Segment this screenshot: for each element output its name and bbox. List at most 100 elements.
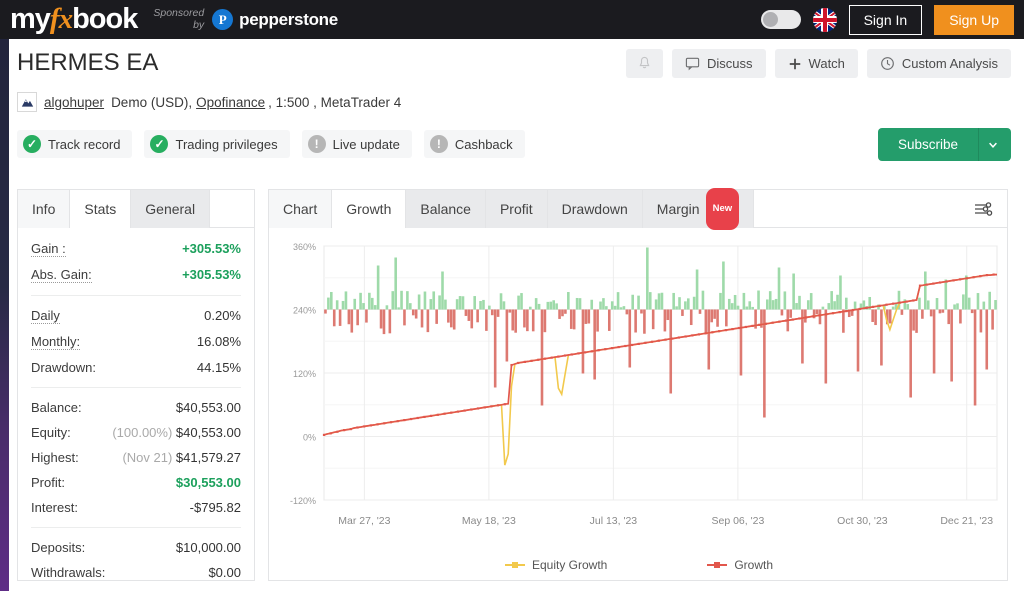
divider: [31, 527, 241, 528]
stat-value-main: $41,579.27: [175, 450, 241, 465]
stat-label[interactable]: Daily: [31, 308, 60, 324]
stat-label[interactable]: Abs. Gain:: [31, 267, 92, 283]
stat-label: Highest:: [31, 450, 79, 465]
subscribe-button-group[interactable]: Subscribe: [877, 128, 1011, 161]
growth-chart-plot[interactable]: 360% 240% 120% 0% -120% Mar 27, '23 May 18, '2…: [269, 228, 1009, 580]
stat-label: Drawdown:: [31, 360, 97, 375]
legend-item-growth[interactable]: Growth: [707, 558, 773, 572]
new-badge: New: [705, 188, 740, 230]
subscribe-button[interactable]: Subscribe: [877, 128, 978, 161]
stat-value: 0.20%: [204, 308, 241, 323]
pepperstone-sponsor-logo[interactable]: P pepperstone: [212, 9, 338, 30]
subscribe-dropdown-toggle[interactable]: [978, 128, 1011, 161]
left-accent-strip: [0, 38, 9, 591]
stats-group-funding: Deposits: $10,000.00 Withdrawals: $0.00: [31, 535, 241, 585]
account-info-line: algohuper Demo (USD), Opofinance , 1:500…: [17, 92, 401, 112]
notifications-button[interactable]: [626, 49, 664, 78]
svg-text:Dec 21, '23: Dec 21, '23: [940, 515, 993, 527]
logo-text-my: my: [10, 3, 51, 35]
myfxbook-logo[interactable]: my fx book: [10, 3, 138, 35]
tab-margin[interactable]: Margin New: [642, 188, 755, 230]
stats-body: Gain : +305.53% Abs. Gain: +305.53% Dail…: [18, 228, 254, 591]
stat-label: Balance:: [31, 400, 82, 415]
exclamation-circle-icon: !: [307, 135, 326, 153]
svg-text:360%: 360%: [293, 242, 316, 252]
stat-row-balance: Balance: $40,553.00: [31, 395, 241, 420]
language-flag-icon[interactable]: [812, 7, 837, 32]
stat-row-monthly: Monthly: 16.08%: [31, 329, 241, 355]
tab-stats[interactable]: Stats: [70, 190, 132, 228]
sponsored-label: Sponsored by: [153, 7, 204, 33]
stat-row-withdrawals: Withdrawals: $0.00: [31, 560, 241, 585]
chart-legend: Equity Growth Growth: [269, 558, 1009, 572]
tab-margin-label: Margin: [656, 201, 700, 217]
discuss-button[interactable]: Discuss: [672, 49, 766, 78]
sign-in-button[interactable]: Sign In: [848, 4, 923, 35]
svg-text:240%: 240%: [293, 306, 316, 316]
stat-row-profit: Profit: $30,553.00: [31, 470, 241, 495]
header-action-buttons: Discuss Watch Custom Analysis: [626, 49, 1011, 78]
tab-balance[interactable]: Balance: [406, 190, 486, 228]
account-owner-link[interactable]: algohuper: [44, 95, 104, 110]
tab-growth[interactable]: Growth: [332, 190, 407, 228]
check-circle-icon: ✓: [150, 135, 169, 153]
logo-text-fx: fx: [49, 3, 73, 35]
bell-icon: [639, 56, 650, 69]
custom-analysis-button[interactable]: Custom Analysis: [866, 49, 1011, 78]
stat-row-highest: Highest: (Nov 21) $41,579.27: [31, 445, 241, 470]
sponsored-line-2: by: [193, 18, 205, 31]
stat-row-interest: Interest: -$795.82: [31, 495, 241, 520]
chart-settings-button[interactable]: [959, 190, 1007, 227]
stat-label: Interest:: [31, 500, 78, 515]
clock-icon: [881, 57, 894, 70]
sign-up-button[interactable]: Sign Up: [934, 4, 1014, 35]
page-root: my fx book Sponsored by P pepperstone Sign…: [0, 0, 1024, 591]
status-badge-list: ✓ Track record ✓ Trading privileges ! Li…: [17, 130, 525, 158]
tab-profit[interactable]: Profit: [485, 190, 548, 228]
svg-text:120%: 120%: [293, 369, 316, 379]
divider: [31, 387, 241, 388]
stat-row-abs-gain: Abs. Gain: +305.53%: [31, 262, 241, 288]
broker-link[interactable]: Opofinance: [196, 95, 265, 110]
status-badge-label: Cashback: [454, 136, 513, 152]
svg-text:Oct 30, '23: Oct 30, '23: [837, 515, 888, 527]
status-badge-live-update[interactable]: ! Live update: [301, 130, 412, 158]
stat-row-gain: Gain : +305.53%: [31, 236, 241, 262]
tab-general[interactable]: General: [131, 190, 211, 228]
stat-row-deposits: Deposits: $10,000.00: [31, 535, 241, 560]
stat-value: +305.53%: [182, 267, 241, 282]
status-badge-cashback[interactable]: ! Cashback: [423, 130, 525, 158]
status-badge-trading-privileges[interactable]: ✓ Trading privileges: [144, 130, 290, 158]
stat-value: (100.00%) $40,553.00: [112, 425, 241, 440]
watch-button[interactable]: Watch: [774, 49, 858, 78]
stat-label[interactable]: Monthly:: [31, 334, 81, 350]
account-stats-panel: Info Stats General Gain : +305.53% Abs. …: [17, 189, 255, 581]
svg-text:Mar 27, '23: Mar 27, '23: [338, 515, 390, 527]
legend-item-equity-growth[interactable]: Equity Growth: [504, 558, 607, 572]
topbar-right-controls: Sign In Sign Up: [760, 4, 1024, 35]
chart-panel: Chart Growth Balance Profit Drawdown Mar…: [268, 188, 1009, 581]
stat-label[interactable]: Gain :: [31, 241, 66, 257]
sliders-icon: [975, 201, 993, 216]
divider: [31, 295, 241, 296]
stat-label: Withdrawals:: [31, 565, 106, 580]
top-navigation-bar: my fx book Sponsored by P pepperstone Sign…: [0, 0, 1024, 39]
stat-value: $0.00: [208, 565, 241, 580]
page-title: HERMES EA: [17, 49, 159, 76]
stats-group-account: Balance: $40,553.00 Equity: (100.00%) $4…: [31, 395, 241, 520]
exclamation-circle-icon: !: [429, 135, 448, 153]
account-leverage-platform: , 1:500 , MetaTrader 4: [268, 94, 402, 110]
stat-value-main: $40,553.00: [175, 425, 241, 440]
svg-text:0%: 0%: [303, 433, 316, 443]
growth-chart-svg: 360% 240% 120% 0% -120% Mar 27, '23 May 18, '2…: [290, 242, 998, 527]
tab-drawdown[interactable]: Drawdown: [547, 190, 643, 228]
dark-mode-toggle[interactable]: [760, 10, 801, 29]
stat-label: Equity:: [31, 425, 71, 440]
tab-chart[interactable]: Chart: [269, 190, 333, 228]
tab-info[interactable]: Info: [18, 190, 71, 228]
speech-bubble-icon: [685, 57, 700, 71]
status-badge-track-record[interactable]: ✓ Track record: [17, 130, 133, 158]
stat-value: 16.08%: [196, 334, 241, 349]
chevron-down-icon: [989, 142, 997, 148]
custom-analysis-label: Custom Analysis: [901, 56, 998, 71]
